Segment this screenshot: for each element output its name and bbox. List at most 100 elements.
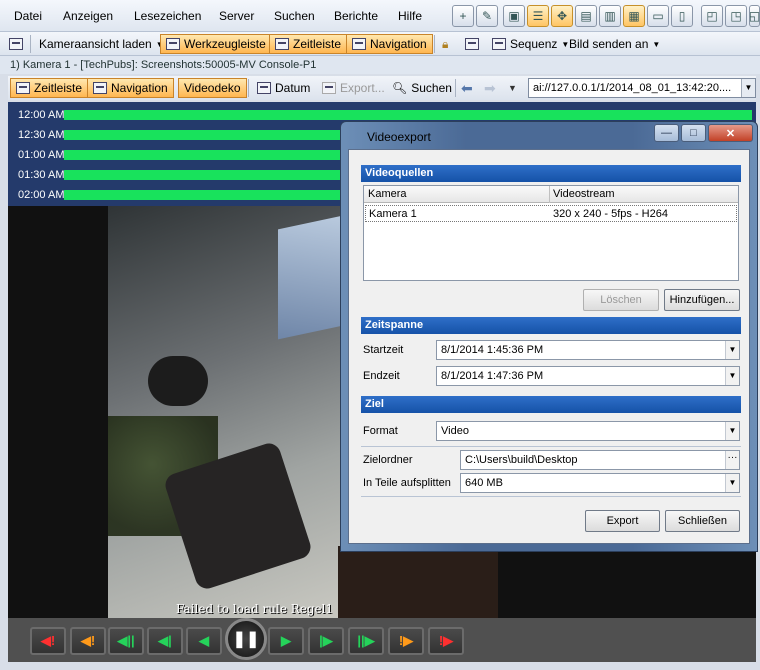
skip-end-icon[interactable]: ||▶ (348, 627, 384, 655)
video-sources-table[interactable]: Kamera Videostream Kamera 1 320 x 240 - … (363, 185, 739, 281)
section-target: Ziel (361, 396, 741, 413)
start-time-picker[interactable]: 8/1/2014 1:45:36 PM ▼ (436, 340, 740, 360)
sequence-button[interactable]: Sequenz ▼ (487, 34, 574, 54)
video-deco-label: Videodeko (184, 81, 241, 95)
lock-button[interactable]: 🔒︎ (437, 34, 453, 54)
timeline-icon (16, 82, 30, 94)
minimize-icon[interactable]: — (654, 124, 679, 142)
navigation-toggle-label: Navigation (370, 37, 427, 51)
search-button[interactable]: 🔍︎ Suchen (387, 78, 457, 98)
video-deco-button[interactable]: Videodeko (178, 78, 247, 98)
play-forward-icon[interactable]: ▶ (268, 627, 304, 655)
timeline-label: 02:00 AM (18, 189, 65, 201)
menu-datei[interactable]: Datei (14, 9, 42, 23)
timeline-label: 12:00 AM (18, 109, 65, 121)
calendar-icon (257, 82, 271, 94)
grid-layout-icon[interactable]: ▦ (623, 5, 645, 27)
skip-start-icon[interactable]: ◀|| (108, 627, 144, 655)
menu-server[interactable]: Server (219, 9, 254, 23)
timeline-toggle-button[interactable]: Zeitleiste (269, 34, 348, 54)
move-icon[interactable]: ✥ (551, 5, 573, 27)
toolbar-icon (166, 38, 180, 50)
window-icon[interactable]: ◰ (701, 5, 723, 27)
menu-anzeigen[interactable]: Anzeigen (63, 9, 113, 23)
export-button[interactable]: Export... (317, 78, 390, 98)
window-4-icon[interactable]: ◳ (725, 5, 747, 27)
row-stream: 320 x 240 - 5fps - H264 (553, 208, 668, 220)
dialog-body: Videoquellen Kamera Videostream Kamera 1… (348, 149, 750, 544)
format-label: Format (363, 425, 398, 437)
format-select[interactable]: Video ▼ (436, 421, 740, 441)
add-server-icon[interactable]: + (452, 5, 474, 27)
chevron-down-icon[interactable]: ▼ (725, 341, 739, 359)
alarm-next-icon[interactable]: !▶ (428, 627, 464, 655)
column-camera[interactable]: Kamera (368, 188, 407, 200)
menu-hilfe[interactable]: Hilfe (398, 9, 422, 23)
history-dropdown-icon[interactable]: ▼ (508, 83, 517, 93)
step-forward-icon[interactable]: |▶ (308, 627, 344, 655)
step-back-icon[interactable]: ◀| (147, 627, 183, 655)
export-label: Export... (340, 81, 385, 95)
folder-field[interactable]: C:\Users\build\Desktop ··· (460, 450, 740, 470)
layout-icon[interactable]: ▥ (599, 5, 621, 27)
maximize-icon[interactable]: □ (681, 124, 706, 142)
chevron-down-icon[interactable]: ▼ (725, 367, 739, 385)
forward-arrow-icon[interactable]: ➡ (484, 80, 496, 97)
date-button[interactable]: Datum (252, 78, 315, 98)
folder-value: C:\Users\build\Desktop (465, 454, 578, 466)
panel-icon[interactable]: ▤ (575, 5, 597, 27)
document-icon[interactable]: ▭ (647, 5, 669, 27)
alarm-prev-icon[interactable]: ◀! (30, 627, 66, 655)
remove-button[interactable]: Löschen (583, 289, 659, 311)
bookmark-next-icon[interactable]: !▶ (388, 627, 424, 655)
send-image-button[interactable]: Bild senden an ▼ (564, 34, 665, 54)
play-back-icon[interactable]: ◀ (186, 627, 222, 655)
player-timeline-button[interactable]: Zeitleiste (10, 78, 89, 98)
list-view-icon[interactable]: ☰ (527, 5, 549, 27)
player-toolbar: Zeitleiste Navigation Videodeko Datum Ex… (8, 76, 756, 100)
close-icon[interactable]: ✕ (708, 124, 753, 142)
save-button[interactable] (4, 34, 28, 54)
add-button[interactable]: Hinzufügen... (664, 289, 740, 311)
monitor-button[interactable] (460, 34, 484, 54)
search-label: Suchen (411, 81, 452, 95)
split-select[interactable]: 640 MB ▼ (460, 473, 740, 493)
dialog-title: Videoexport (367, 130, 431, 144)
edit-icon[interactable]: ✎ (476, 5, 498, 27)
window-more-icon[interactable]: ◱ (749, 5, 760, 27)
chevron-down-icon[interactable]: ▼ (725, 422, 739, 440)
navigation-icon (352, 38, 366, 50)
menu-berichte[interactable]: Berichte (334, 9, 378, 23)
menu-bar: Datei Anzeigen Lesezeichen Server Suchen… (0, 0, 760, 32)
close-dialog-button[interactable]: Schließen (665, 510, 740, 532)
column-stream[interactable]: Videostream (553, 188, 615, 200)
chevron-down-icon[interactable]: ▼ (725, 474, 739, 492)
back-arrow-icon[interactable]: ⬅ (461, 80, 473, 97)
browse-icon[interactable]: ··· (725, 451, 739, 469)
url-text: ai://127.0.0.1/1/2014_08_01_13:42:20.... (533, 82, 732, 94)
video-export-dialog: Videoexport — □ ✕ Videoquellen Kamera Vi… (340, 121, 758, 552)
date-label: Datum (275, 81, 311, 95)
player-navigation-label: Navigation (111, 81, 168, 95)
chevron-down-icon: ▼ (652, 39, 661, 49)
bookmark-prev-icon[interactable]: ◀! (70, 627, 106, 655)
search-icon: 🔍︎ (392, 81, 408, 95)
menu-suchen[interactable]: Suchen (274, 9, 315, 23)
load-camera-view-button[interactable]: Kameraansicht laden ▼ (34, 34, 169, 54)
recording-bar[interactable] (64, 110, 752, 120)
pages-icon[interactable]: ▯ (671, 5, 693, 27)
url-field[interactable]: ai://127.0.0.1/1/2014_08_01_13:42:20....… (528, 78, 756, 98)
chevron-down-icon[interactable]: ▼ (741, 79, 755, 97)
export-icon (322, 82, 336, 94)
export-submit-button[interactable]: Export (585, 510, 660, 532)
navigation-toggle-button[interactable]: Navigation (346, 34, 433, 54)
end-time-picker[interactable]: 8/1/2014 1:47:36 PM ▼ (436, 366, 740, 386)
single-view-icon[interactable]: ▣ (503, 5, 525, 27)
menu-lesezeichen[interactable]: Lesezeichen (134, 9, 201, 23)
player-navigation-button[interactable]: Navigation (87, 78, 174, 98)
pause-icon[interactable]: ❚❚ (225, 618, 267, 660)
table-row[interactable]: Kamera 1 320 x 240 - 5fps - H264 (365, 205, 737, 222)
timeline-label: 12:30 AM (18, 129, 65, 141)
navigation-icon (93, 82, 107, 94)
toolbar-toggle-button[interactable]: Werkzeugleiste (160, 34, 272, 54)
